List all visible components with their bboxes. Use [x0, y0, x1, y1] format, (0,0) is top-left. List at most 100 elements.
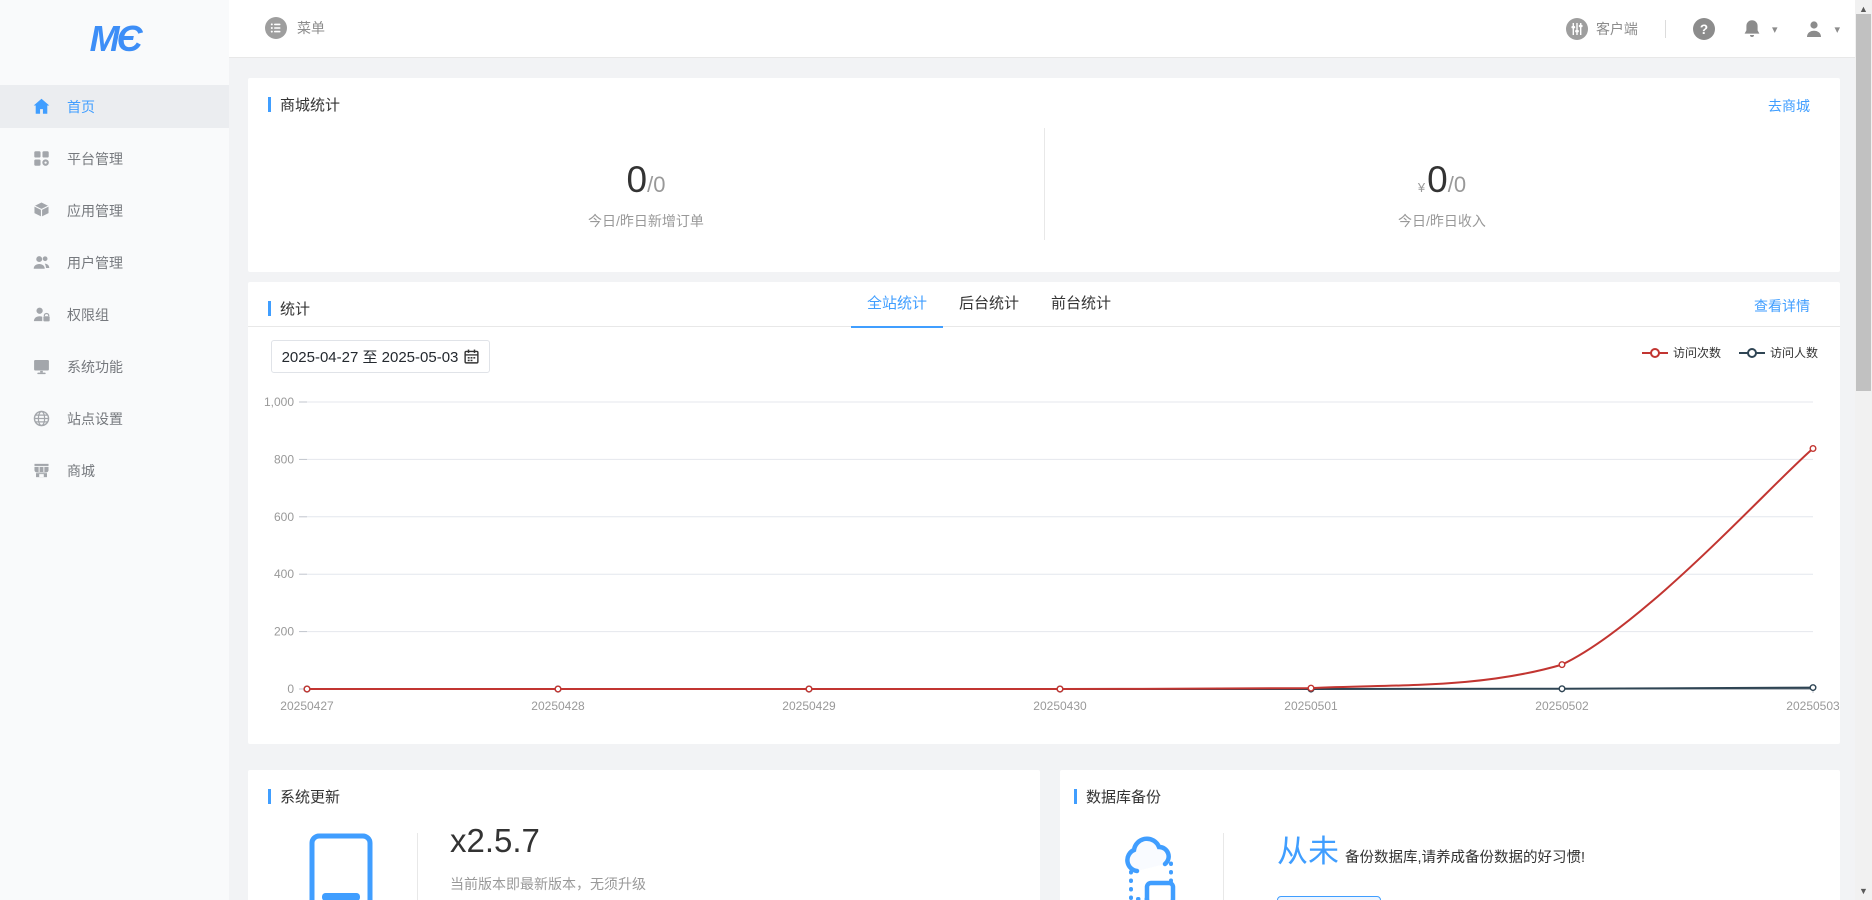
scrollbar-thumb[interactable] [1856, 14, 1871, 391]
store-icon [32, 461, 51, 480]
orders-stat: 0/0 今日/昨日新增订单 [248, 136, 1044, 254]
sidebar-item-label: 应用管理 [67, 201, 123, 221]
legend-label: 访问人数 [1770, 344, 1818, 361]
user-icon [1804, 19, 1824, 40]
device-update-icon [309, 833, 373, 900]
view-detail-link[interactable]: 查看详情 [1754, 296, 1810, 316]
tab-前台统计[interactable]: 前台统计 [1035, 282, 1127, 328]
chevron-down-icon: ▾ [1772, 23, 1778, 36]
svg-text:20250430: 20250430 [1033, 699, 1087, 713]
sidebar-item-首页[interactable]: 首页 [0, 85, 229, 128]
menu-label: 菜单 [297, 18, 325, 38]
help-circle-icon[interactable]: ? [1693, 18, 1715, 40]
backup-button[interactable] [1277, 896, 1381, 900]
scroll-down-arrow[interactable]: ▼ [1855, 883, 1872, 899]
sidebar-item-label: 用户管理 [67, 253, 123, 273]
stats-title: 统计 [268, 298, 310, 319]
sidebar-item-用户管理[interactable]: 用户管理 [0, 241, 229, 284]
sidebar-item-label: 权限组 [67, 305, 109, 325]
svg-text:0: 0 [287, 682, 294, 696]
users-icon [32, 253, 51, 272]
sidebar-item-站点设置[interactable]: 站点设置 [0, 397, 229, 440]
sidebar-item-label: 站点设置 [67, 409, 123, 429]
legend-marker-icon [1739, 347, 1765, 359]
db-backup-title: 数据库备份 [1074, 786, 1161, 807]
mall-stats-title: 商城统计 [268, 94, 340, 115]
menu-icon [265, 17, 287, 39]
legend-item-访问次数[interactable]: 访问次数 [1642, 344, 1721, 361]
monitor-icon [32, 357, 51, 376]
visits-line-chart: 02004006008001,0002025042720250428202504… [248, 377, 1840, 722]
page-scrollbar[interactable]: ▲ ▼ [1855, 0, 1872, 900]
sidebar-item-label: 商城 [67, 461, 95, 481]
income-value: ¥0/0 [1418, 159, 1466, 201]
bell-icon [1742, 18, 1762, 40]
backup-desc: 备份数据库,请养成备份数据的好习惯! [1345, 846, 1585, 867]
svg-text:20250502: 20250502 [1535, 699, 1589, 713]
orders-value: 0/0 [627, 159, 666, 201]
client-button[interactable]: 客户端 [1566, 18, 1638, 40]
home-icon [32, 97, 51, 116]
version-desc: 当前版本即最新版本，无须升级 [450, 874, 646, 894]
sidebar-item-权限组[interactable]: 权限组 [0, 293, 229, 336]
sidebar-item-平台管理[interactable]: 平台管理 [0, 137, 229, 180]
topbar-actions: 客户端 ? ▾ ▾ [1566, 0, 1840, 58]
stats-header: 统计 全站统计后台统计前台统计 查看详情 [248, 282, 1840, 327]
sidebar-item-应用管理[interactable]: 应用管理 [0, 189, 229, 232]
stat-divider [1044, 128, 1045, 240]
income-main-value: 0 [1427, 159, 1448, 200]
system-update-card: 系统更新 x2.5.7 当前版本即最新版本，无须升级 [248, 770, 1040, 900]
svg-text:20250503: 20250503 [1786, 699, 1840, 713]
sidebar-item-系统功能[interactable]: 系统功能 [0, 345, 229, 388]
orders-main-value: 0 [627, 159, 648, 200]
tab-全站统计[interactable]: 全站统计 [851, 282, 943, 328]
date-range-picker[interactable]: 2025-04-27 至 2025-05-03 [271, 340, 490, 373]
grid-icon [32, 149, 51, 168]
mall-stats-card: 商城统计 去商城 0/0 今日/昨日新增订单 ¥0/0 今日/昨日收入 [248, 78, 1840, 272]
sliders-icon [1566, 18, 1588, 40]
globe-icon [32, 409, 51, 428]
stats-tabs: 全站统计后台统计前台统计 [851, 282, 1127, 328]
sidebar-nav: 首页平台管理应用管理用户管理权限组系统功能站点设置商城 [0, 85, 229, 501]
cloud-backup-icon [1117, 831, 1185, 900]
topbar: 菜单 客户端 ? ▾ [229, 0, 1855, 58]
date-range-value: 2025-04-27 至 2025-05-03 [282, 346, 459, 367]
svg-text:20250501: 20250501 [1284, 699, 1338, 713]
legend-marker-icon [1642, 347, 1668, 359]
orders-label: 今日/昨日新增订单 [588, 211, 704, 231]
income-stat: ¥0/0 今日/昨日收入 [1044, 136, 1840, 254]
calendar-icon [464, 349, 479, 364]
chevron-down-icon: ▾ [1834, 23, 1840, 36]
account-button[interactable]: ▾ [1804, 19, 1840, 40]
stats-card: 统计 全站统计后台统计前台统计 查看详情 2025-04-27 至 2025-0… [248, 282, 1840, 744]
svg-text:600: 600 [274, 510, 294, 524]
backup-status: 从未 [1277, 826, 1339, 871]
svg-text:?: ? [1700, 22, 1708, 37]
topbar-divider [1665, 20, 1666, 38]
user-lock-icon [32, 305, 51, 324]
goto-mall-link[interactable]: 去商城 [1768, 96, 1810, 116]
svg-text:800: 800 [274, 452, 294, 466]
app-logo[interactable]: MЄ [0, 18, 229, 60]
svg-text:20250427: 20250427 [280, 699, 334, 713]
svg-text:400: 400 [274, 567, 294, 581]
client-label: 客户端 [1596, 19, 1638, 39]
cube-icon [32, 201, 51, 220]
divider [417, 833, 418, 900]
tab-后台统计[interactable]: 后台统计 [943, 282, 1035, 328]
logo-part-m: M [90, 18, 117, 59]
sidebar-item-label: 平台管理 [67, 149, 123, 169]
db-backup-card: 数据库备份 从未 备份数据库,请养成备份数据的好习惯! [1060, 770, 1840, 900]
income-sub-value: /0 [1448, 172, 1466, 197]
income-label: 今日/昨日收入 [1398, 211, 1486, 231]
notifications-button[interactable]: ▾ [1742, 18, 1778, 40]
sidebar-item-label: 系统功能 [67, 357, 123, 377]
sidebar-item-商城[interactable]: 商城 [0, 449, 229, 492]
legend-label: 访问次数 [1673, 344, 1721, 361]
legend-item-访问人数[interactable]: 访问人数 [1739, 344, 1818, 361]
menu-toggle-button[interactable]: 菜单 [265, 17, 325, 39]
version-number: x2.5.7 [450, 822, 540, 860]
divider [1223, 833, 1224, 900]
logo-part-e: Є [117, 18, 140, 59]
svg-text:200: 200 [274, 625, 294, 639]
